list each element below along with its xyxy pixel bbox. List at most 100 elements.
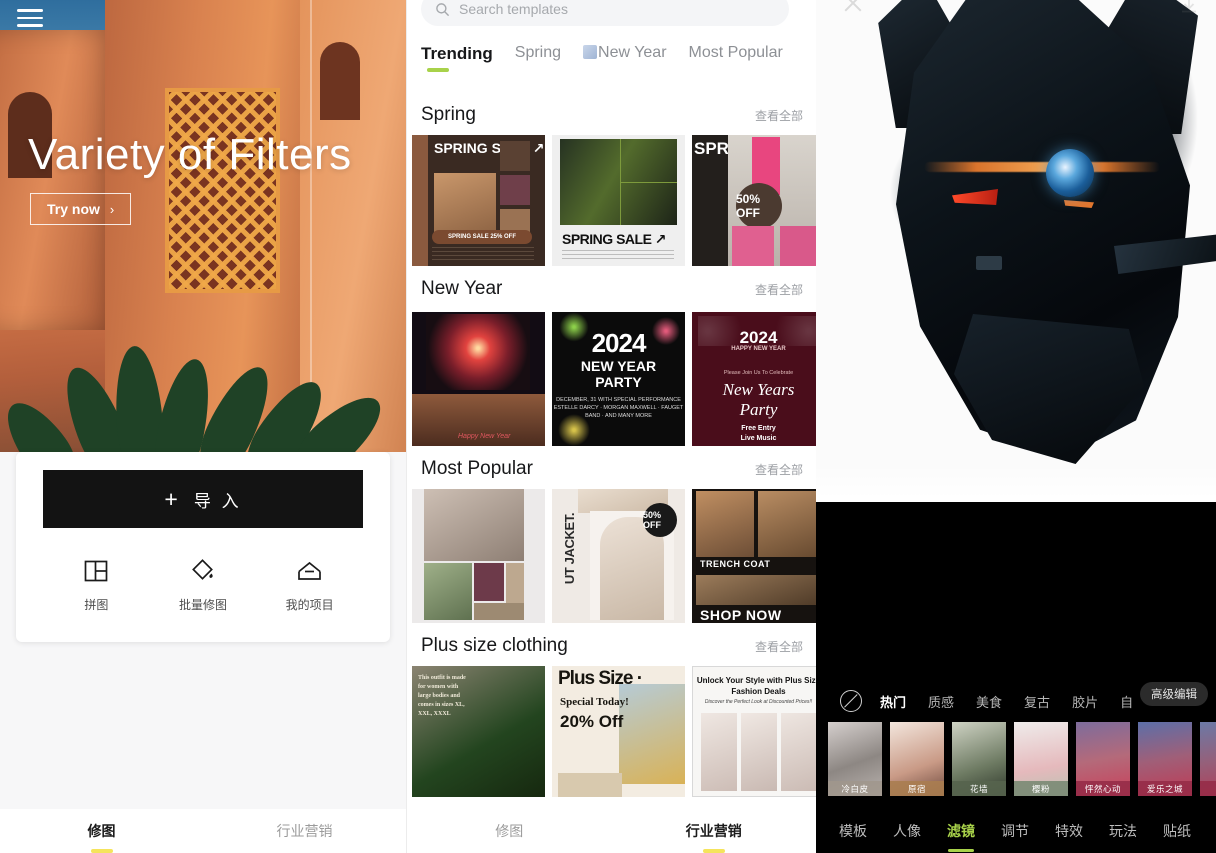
import-label: 导 入 (193, 491, 242, 511)
filter-panel: 热门 质感 美食 复古 胶片 自 高级编辑 冷白皮 原宿 花墙 樱粉 怦然心动 … (816, 538, 1216, 853)
template-card[interactable]: TRENCH COAT SHOP NOW (692, 489, 816, 623)
template-card[interactable]: 2024 HAPPY NEW YEAR Please Join Us To Ce… (692, 312, 816, 446)
see-all-new-year[interactable]: 查看全部 (755, 281, 803, 298)
filter-thumb[interactable] (1200, 722, 1216, 796)
canvas-bottom-fade (816, 464, 1216, 502)
card-line1: TRENCH COAT (700, 559, 771, 569)
section-title-most-popular: Most Popular (421, 458, 533, 479)
filter-cat-texture[interactable]: 质感 (928, 692, 954, 711)
card-subtitle: Discover the Perfect Look at Discounted … (704, 699, 813, 705)
filter-cat-film[interactable]: 胶片 (1072, 692, 1098, 711)
editor-tab-filter[interactable]: 滤镜 (934, 821, 988, 841)
import-button[interactable]: + 导 入 (43, 470, 363, 528)
filter-cat-food[interactable]: 美食 (976, 692, 1002, 711)
tab-new-year[interactable]: New Year (583, 44, 667, 62)
card-row-new-year: Happy New Year 2024 NEW YEAR PARTY DECEM… (407, 312, 816, 446)
section-header-spring: Spring 查看全部 (407, 104, 816, 126)
fireworks-icon (583, 45, 598, 59)
quick-action-my-projects[interactable]: 我的项目 (256, 556, 363, 613)
card-year: 2024 (591, 328, 647, 358)
hero-lattice-window (165, 88, 280, 293)
no-filter-icon[interactable] (840, 690, 862, 712)
card-name1: New Years (722, 380, 795, 399)
filter-cat-natural[interactable]: 自 (1120, 692, 1133, 711)
template-card[interactable]: This outfit is made for women with large… (412, 666, 545, 797)
filter-thumb[interactable]: 怦然心动 (1076, 722, 1130, 796)
left-actions-card: + 导 入 拼图 批量修图 我的项目 (16, 452, 390, 642)
filter-thumb-label: 冷白皮 (828, 781, 882, 796)
filter-thumb[interactable]: 冷白皮 (828, 722, 882, 796)
card-happy: HAPPY NEW YEAR (731, 346, 786, 352)
filter-thumb-label (1200, 781, 1216, 796)
section-header-plus-size: Plus size clothing 查看全部 (407, 635, 816, 657)
tab-spring[interactable]: Spring (515, 44, 561, 62)
card-caption: Happy New Year (458, 433, 511, 440)
try-now-label: Try now (47, 201, 100, 217)
card-headline: Plus Size · (558, 668, 643, 689)
editor-tab-portrait[interactable]: 人像 (880, 821, 934, 841)
search-icon (436, 2, 450, 16)
see-all-plus-size[interactable]: 查看全部 (755, 638, 803, 655)
quick-action-batch-edit[interactable]: 批量修图 (150, 556, 257, 613)
hamburger-menu-icon[interactable] (17, 9, 43, 27)
filter-thumb[interactable]: 原宿 (890, 722, 944, 796)
template-card[interactable]: UT JACKET. 50% OFF (552, 489, 685, 623)
tab-trending[interactable]: Trending (421, 44, 493, 72)
card-line2: PARTY (595, 374, 642, 390)
left-tab-retouch[interactable]: 修图 (0, 821, 203, 841)
card-line1: NEW YEAR (580, 358, 657, 374)
editor-canvas[interactable] (816, 0, 1216, 502)
mid-tab-retouch[interactable]: 修图 (407, 821, 612, 841)
left-tab-marketing[interactable]: 行业营销 (203, 821, 406, 841)
try-now-button[interactable]: Try now › (30, 193, 132, 225)
filter-thumb-label: 原宿 (890, 781, 944, 796)
card-caption: This outfit is made for women with large… (418, 675, 466, 717)
advanced-edit-button[interactable]: 高级编辑 (1140, 682, 1208, 706)
template-card[interactable]: Happy New Year (412, 312, 545, 446)
template-scroll-area[interactable]: Spring 查看全部 SPRING SALE ↗ SPRING SALE 25… (407, 92, 816, 809)
download-icon[interactable] (1178, 0, 1200, 16)
filter-thumbnail-strip[interactable]: 冷白皮 原宿 花墙 樱粉 怦然心动 爱乐之城 (816, 722, 1216, 802)
card-row-most-popular: UT JACKET. 50% OFF TRENCH COAT SHOP NOW (407, 489, 816, 623)
template-card[interactable] (412, 489, 545, 623)
editor-panel: 热门 质感 美食 复古 胶片 自 高级编辑 冷白皮 原宿 花墙 樱粉 怦然心动 … (816, 0, 1216, 853)
app-stage: Variety of Filters Try now › + 导 入 拼图 批量… (0, 0, 1216, 853)
editor-tab-sticker[interactable]: 贴纸 (1150, 821, 1204, 841)
editor-tab-template[interactable]: 模板 (826, 821, 880, 841)
see-all-most-popular[interactable]: 查看全部 (755, 461, 803, 478)
template-card[interactable]: 2024 NEW YEAR PARTY DECEMBER, 31 WITH SP… (552, 312, 685, 446)
plus-icon: + (164, 485, 178, 512)
hero-banner[interactable]: Variety of Filters Try now › (0, 0, 406, 452)
tab-new-year-label: New Year (598, 44, 667, 61)
section-title-spring: Spring (421, 104, 476, 125)
filter-cat-retro[interactable]: 复古 (1024, 692, 1050, 711)
card-free-entry: Free Entry (741, 425, 776, 432)
template-card[interactable]: Unlock Your Style with Plus Size Fashion… (692, 666, 816, 797)
editor-tab-adjust[interactable]: 调节 (988, 821, 1042, 841)
see-all-spring[interactable]: 查看全部 (755, 107, 803, 124)
close-icon[interactable] (842, 0, 864, 14)
tab-most-popular[interactable]: Most Popular (689, 44, 783, 62)
hero-tower-left (0, 30, 120, 330)
filter-thumb[interactable]: 樱粉 (1014, 722, 1068, 796)
editor-tab-effects[interactable]: 特效 (1042, 821, 1096, 841)
mech-chip (976, 256, 1002, 270)
filter-thumb[interactable]: 花墙 (952, 722, 1006, 796)
search-input[interactable]: Search templates (421, 0, 789, 26)
editor-tab-play[interactable]: 玩法 (1096, 821, 1150, 841)
filter-thumb[interactable]: 爱乐之城 (1138, 722, 1192, 796)
template-card[interactable]: SPRI 50% OFF (692, 135, 816, 266)
inbox-icon (256, 556, 363, 586)
filter-category-bar: 热门 质感 美食 复古 胶片 自 高级编辑 (816, 682, 1216, 716)
template-card[interactable]: Plus Size · Special Today! 20% Off (552, 666, 685, 797)
quick-action-collage[interactable]: 拼图 (43, 556, 150, 613)
mech-core-light (1046, 149, 1094, 197)
card-invite: Please Join Us To Celebrate (723, 370, 794, 376)
template-card[interactable]: SPRING SALE ↗ (552, 135, 685, 266)
mid-tab-marketing[interactable]: 行业营销 (612, 821, 817, 841)
filter-cat-hot[interactable]: 热门 (880, 692, 906, 711)
collage-icon (43, 556, 150, 586)
template-card[interactable]: SPRING SALE ↗ SPRING SALE 25% OFF (412, 135, 545, 266)
card-details: DECEMBER, 31 WITH SPECIAL PERFORMANCE ES… (553, 397, 684, 419)
card-row-plus-size: This outfit is made for women with large… (407, 666, 816, 797)
